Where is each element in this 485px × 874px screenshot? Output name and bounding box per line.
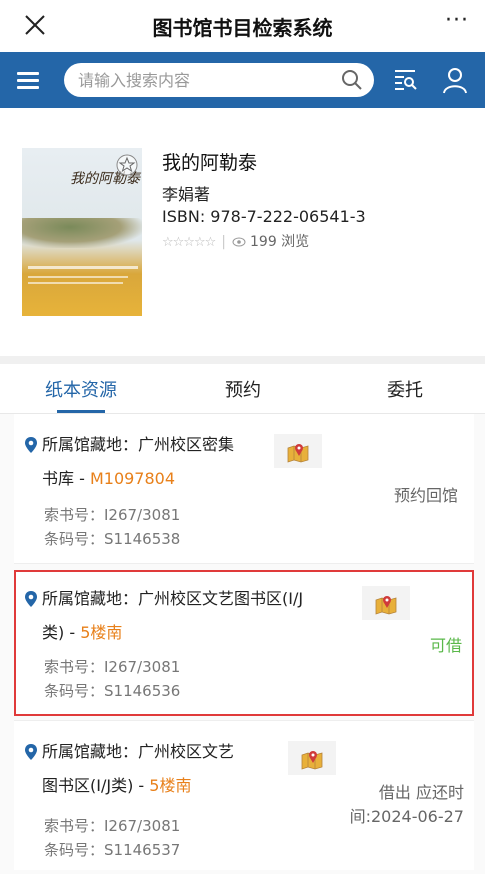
location-code: 5楼南 [80,623,123,642]
search-input[interactable] [78,67,338,93]
status-badge: 预约回馆 [393,486,458,505]
book-title: 我的阿勒泰 [162,152,258,174]
book-cover[interactable]: 我的阿勒泰 [22,148,142,316]
location-text: 所属馆藏地：广州校区密集 书库 - M1097804 [42,428,272,496]
cover-text-line [28,282,123,284]
location-text: 所属馆藏地：广州校区文艺图书区(I/J 类) - 5楼南 [42,582,382,650]
tab-print-resources[interactable]: 纸本资源 [21,376,141,402]
active-tab-indicator [57,410,105,413]
status-line: 借出 应还时 [378,783,464,802]
map-icon[interactable] [362,586,410,620]
location-line: 所属馆藏地：广州校区文艺 [42,742,235,761]
tab-bar: 纸本资源 预约 委托 [0,364,485,414]
user-icon[interactable] [442,66,468,94]
search-icon[interactable] [340,68,364,92]
page-title: 图书馆书目检索系统 [152,16,333,40]
title-bar: 图书馆书目检索系统 ··· [0,0,485,52]
rating-stars[interactable]: ☆☆☆☆☆ [162,235,216,250]
more-options-button[interactable]: ··· [445,8,469,33]
list-item-highlighted[interactable]: 所属馆藏地：广州校区文艺图书区(I/J 类) - 5楼南 可借 索书号：I267… [14,570,474,716]
divider: | [221,234,226,250]
location-line: 类) - [42,623,81,642]
status-line: 间:2024-06-27 [349,807,464,826]
list-item[interactable]: 所属馆藏地：广州校区密集 书库 - M1097804 预约回馆 索书号：I267… [14,414,474,564]
section-divider [0,356,485,364]
book-isbn: ISBN: 978-7-222-06541-3 [162,207,366,226]
cover-text-line [28,266,138,269]
status-due-date: 借出 应还时 间:2024-06-27 [350,781,464,829]
search-toolbar [0,52,485,108]
book-summary: 我的阿勒泰 我的阿勒泰 李娟著 ISBN: 978-7-222-06541-3 … [0,108,485,356]
book-meta: ☆☆☆☆☆ | 199 浏览 [162,231,309,251]
location-line: 所属馆藏地：广州校区文艺图书区(I/J [42,589,304,608]
cover-illustration [22,218,142,248]
menu-icon[interactable] [14,66,42,94]
location-pin-icon [25,744,37,760]
call-number: 索书号：I267/3081 [44,817,181,835]
map-icon[interactable] [274,434,322,468]
call-number: 索书号：I267/3081 [44,658,181,676]
location-line: 书库 - [42,469,90,488]
barcode: 条码号：S1146537 [44,841,181,859]
location-line: 图书区(I/J类) - [42,776,150,795]
favorite-star-icon[interactable] [116,154,138,176]
location-pin-icon [25,591,37,607]
status-badge: 可借 [429,636,462,655]
barcode: 条码号：S1146538 [44,530,181,548]
search-field[interactable] [64,63,374,97]
tab-reserve[interactable]: 预约 [183,376,303,402]
cover-text-line [28,276,128,278]
location-pin-icon [25,437,37,453]
location-text: 所属馆藏地：广州校区文艺 图书区(I/J类) - 5楼南 [42,735,272,803]
location-code: 5楼南 [149,776,192,795]
scan-icon[interactable] [392,67,418,93]
location-line: 所属馆藏地：广州校区密集 [42,435,235,454]
location-code: M1097804 [89,469,176,488]
list-item[interactable]: 所属馆藏地：广州校区文艺 图书区(I/J类) - 5楼南 借出 应还时 间:20… [14,720,474,870]
holdings-list: 所属馆藏地：广州校区密集 书库 - M1097804 预约回馆 索书号：I267… [0,414,485,874]
view-count: 199 浏览 [250,234,310,250]
tab-delegate[interactable]: 委托 [345,376,465,402]
book-author: 李娟著 [162,185,211,204]
call-number: 索书号：I267/3081 [44,506,181,524]
map-icon[interactable] [288,741,336,775]
eye-icon [232,237,246,247]
barcode: 条码号：S1146536 [44,682,181,700]
